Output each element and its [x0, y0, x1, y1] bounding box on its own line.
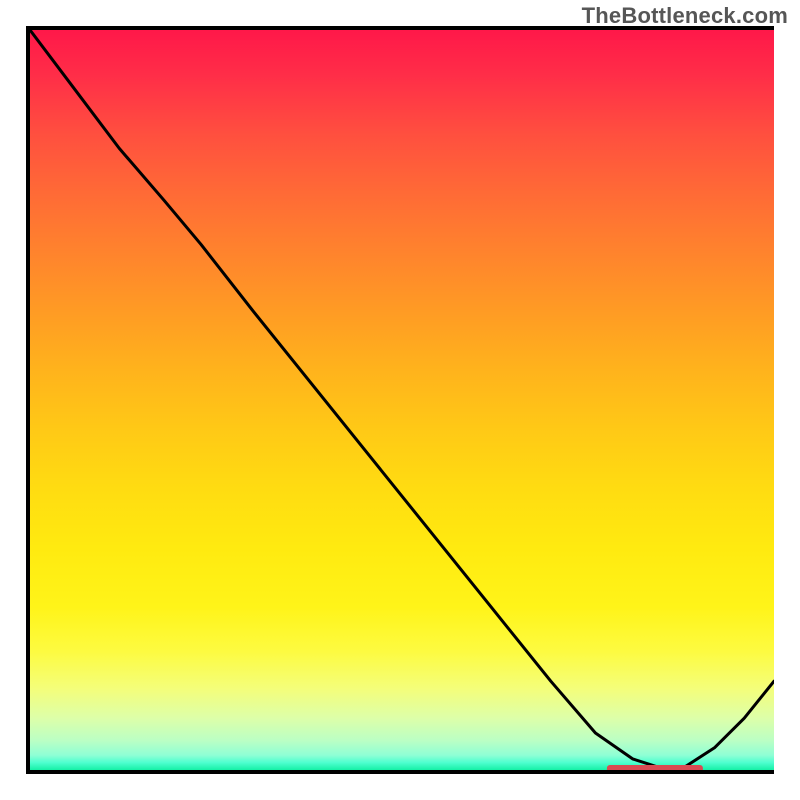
optimal-range-marker [607, 765, 703, 774]
plot-area [26, 26, 774, 774]
chart-container: TheBottleneck.com [0, 0, 800, 800]
heat-gradient-bg [30, 30, 774, 770]
